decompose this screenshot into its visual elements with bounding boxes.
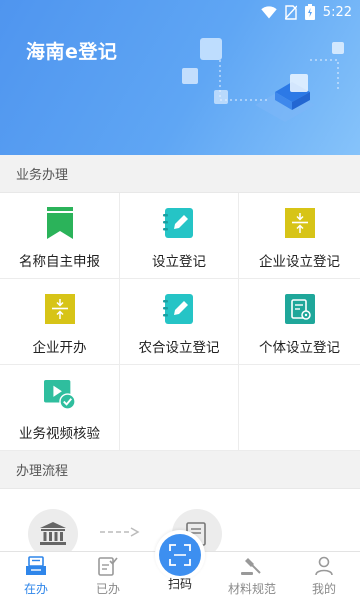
grid-item-label: 业务视频核验 — [19, 426, 100, 442]
nav-label: 已办 — [95, 582, 120, 596]
app-header: 5:22 海南e登记 — [0, 0, 360, 155]
grid-item-enterprise-registration[interactable]: 企业设立登记 — [239, 193, 360, 279]
header-decoration — [182, 38, 344, 122]
nav-label: 我的 — [311, 582, 336, 596]
grid-empty-cell — [120, 365, 239, 451]
status-bar: 5:22 — [261, 2, 352, 22]
nav-tab-material-standards[interactable]: 材料规范 — [216, 552, 288, 600]
nav-label: 在办 — [23, 582, 48, 596]
grid-item-name-declaration[interactable]: 名称自主申报 — [0, 193, 120, 279]
nav-tab-mine[interactable]: 我的 — [288, 552, 360, 600]
in-progress-icon — [25, 554, 47, 578]
grid-item-label: 企业开办 — [32, 340, 87, 356]
scan-icon — [159, 534, 201, 576]
section-header-business: 业务办理 — [0, 155, 360, 193]
video-check-icon — [43, 379, 76, 411]
section-header-process: 办理流程 — [0, 451, 360, 489]
scan-label: 扫码 — [167, 577, 192, 591]
status-time: 5:22 — [322, 4, 352, 20]
grid-item-cooperative-registration[interactable]: 农合设立登记 — [120, 279, 239, 365]
nav-label: 材料规范 — [227, 582, 276, 596]
nav-tab-in-progress[interactable]: 在办 — [0, 552, 72, 600]
battery-icon — [304, 4, 315, 20]
grid-item-individual-registration[interactable]: 个体设立登记 — [239, 279, 360, 365]
no-sim-icon — [284, 4, 297, 20]
person-icon — [314, 554, 334, 578]
app-title: 海南e登记 — [26, 41, 118, 63]
collapse-icon — [44, 293, 76, 325]
done-icon — [98, 554, 118, 578]
grid-item-label: 设立登记 — [152, 254, 206, 270]
wifi-icon — [261, 5, 277, 18]
grid-item-enterprise-start[interactable]: 企业开办 — [0, 279, 120, 365]
grid-item-video-verification[interactable]: 业务视频核验 — [0, 365, 120, 451]
edit-note-icon — [163, 207, 195, 239]
grid-item-label: 名称自主申报 — [19, 254, 100, 270]
bank-icon — [28, 509, 78, 551]
grid-item-establish-registration[interactable]: 设立登记 — [120, 193, 239, 279]
business-grid: 名称自主申报 设立登记 企业设立登记 企业开办 农合设立登记 个体设立登记 业务… — [0, 193, 360, 451]
nav-tab-done[interactable]: 已办 — [72, 552, 144, 600]
scan-button[interactable] — [155, 530, 205, 580]
bookmark-icon — [44, 207, 76, 239]
grid-item-label: 企业设立登记 — [259, 254, 340, 270]
edit-note-icon — [163, 293, 195, 325]
document-settings-icon — [284, 293, 316, 325]
grid-empty-cell — [239, 365, 360, 451]
gavel-icon — [240, 554, 264, 578]
bottom-nav: 在办 已办 扫码 材料规范 我的 — [0, 530, 360, 600]
grid-item-label: 个体设立登记 — [259, 340, 340, 356]
dashed-arrow-icon — [100, 527, 140, 537]
collapse-icon — [284, 207, 316, 239]
main-content[interactable]: 业务办理 名称自主申报 设立登记 企业设立登记 企业开办 农合设立登记 个体设立… — [0, 155, 360, 551]
grid-item-label: 农合设立登记 — [138, 340, 220, 356]
